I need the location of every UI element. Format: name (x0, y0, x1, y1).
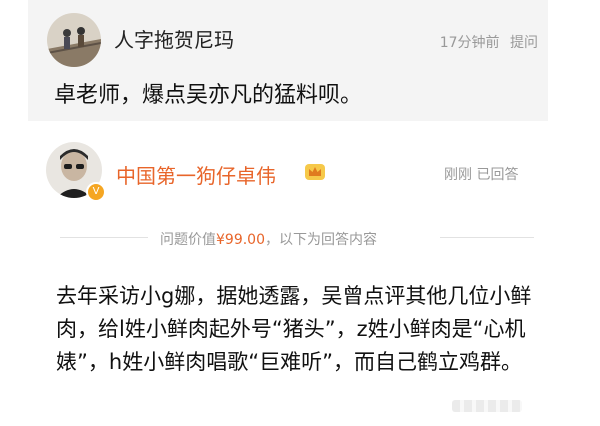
price-prefix: 问题价值 (160, 232, 216, 248)
asker-name[interactable]: 人字拖贺尼玛 (114, 24, 234, 53)
asker-avatar[interactable] (47, 13, 101, 67)
vip-badge-icon: V (86, 182, 106, 202)
question-card: 人字拖贺尼玛 17分钟前 提问 卓老师，爆点吴亦凡的猛料呗。 (28, 0, 548, 121)
question-meta: 17分钟前 提问 (440, 32, 538, 52)
price-suffix: ，以下为回答内容 (265, 232, 377, 248)
answer-meta: 刚刚 已回答 (444, 164, 518, 184)
price-divider: 问题价值¥99.00，以下为回答内容 (0, 226, 600, 250)
price-info: 问题价值¥99.00，以下为回答内容 (160, 229, 377, 249)
question-text: 卓老师，爆点吴亦凡的猛料呗。 (54, 83, 363, 108)
answer-body: 去年采访小g娜，据她透露，吴曾点评其他几位小鲜肉，给l姓小鲜肉起外号“猪头”，z… (56, 284, 532, 374)
answer-header: V 中国第一狗仔卓伟 刚刚 已回答 (0, 128, 600, 208)
crown-icon (305, 164, 325, 180)
divider-left (60, 237, 148, 238)
question-time: 17分钟前 (439, 35, 500, 51)
watermark (452, 400, 522, 412)
answerer-name[interactable]: 中国第一狗仔卓伟 (116, 160, 276, 189)
price-value: ¥99.00 (216, 232, 265, 248)
divider-right (440, 237, 534, 238)
answer-status: 已回答 (476, 167, 519, 183)
question-type-label: 提问 (510, 35, 538, 51)
answer-time: 刚刚 (444, 167, 472, 183)
